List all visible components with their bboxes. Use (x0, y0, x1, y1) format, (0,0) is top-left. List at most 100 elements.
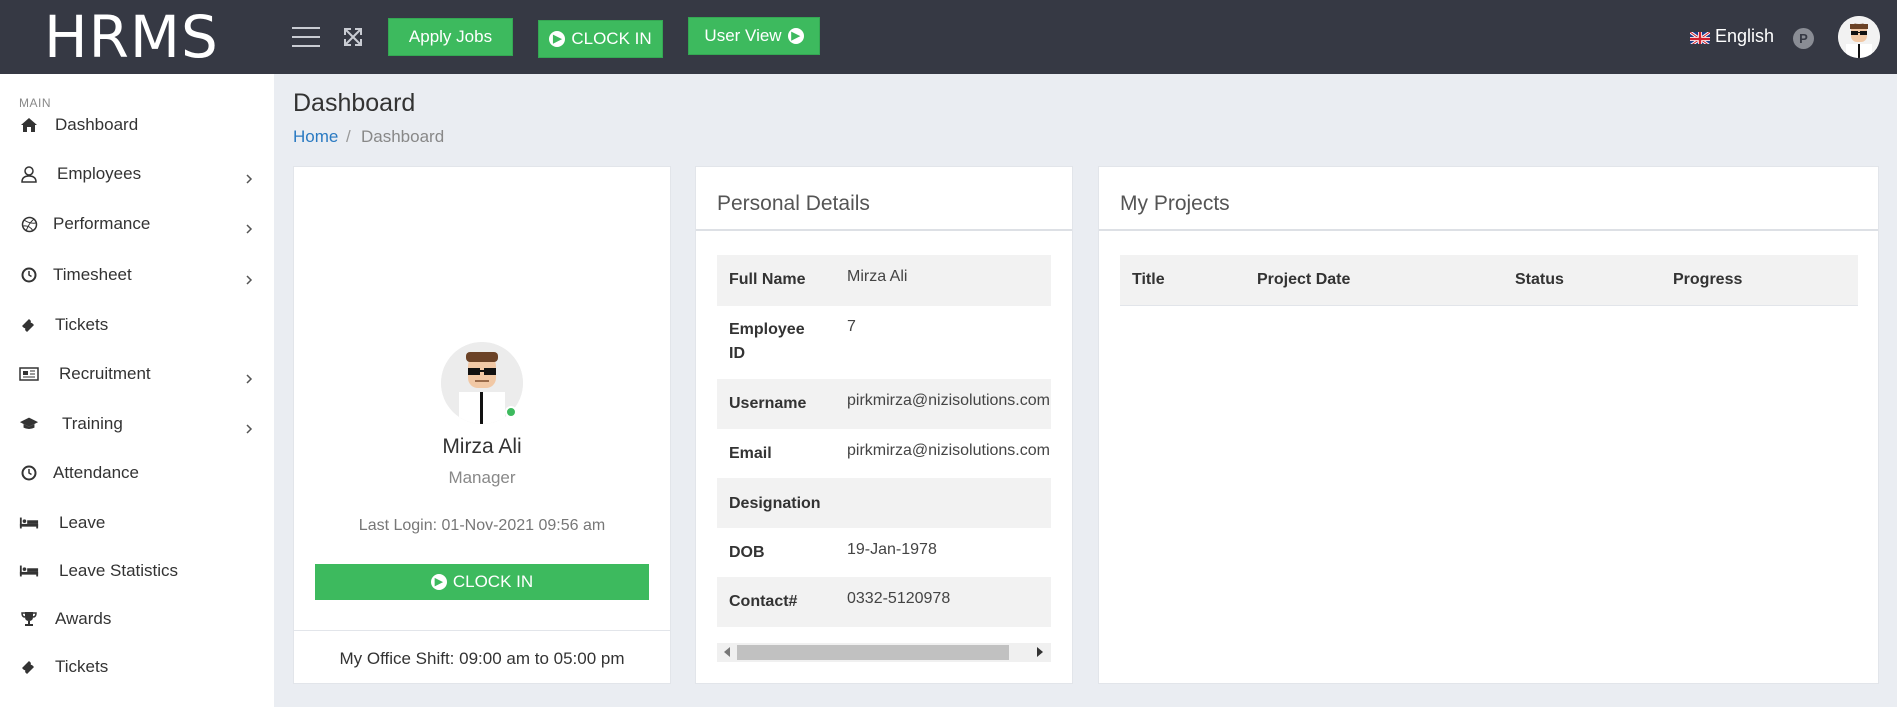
sidebar-item-label: Attendance (53, 463, 140, 482)
sidebar-item-leave[interactable]: Leave (0, 503, 274, 543)
sidebar-item-label: Leave (59, 513, 106, 532)
sidebar: MAIN Dashboard Employees Performance Tim… (0, 74, 274, 707)
row-key: Designation (729, 495, 821, 512)
sidebar-item-label: Training (62, 414, 123, 433)
personal-details-title: Personal Details (717, 192, 870, 215)
sidebar-item-tickets-2[interactable]: Tickets (0, 647, 274, 687)
divider (294, 630, 670, 631)
top-navbar: HRMS Apply Jobs ▶ CLOCK IN User View ▶ E… (0, 0, 1897, 74)
sidebar-item-recruitment[interactable]: Recruitment (0, 354, 274, 394)
row-key: Contact# (729, 593, 798, 610)
sidebar-item-label: Tickets (55, 315, 109, 334)
online-status-indicator (505, 406, 517, 418)
sidebar-item-awards[interactable]: Awards (0, 599, 274, 639)
breadcrumb-separator: / (346, 127, 351, 146)
row-value: Mirza Ali (847, 268, 908, 285)
chevron-right-icon (244, 169, 254, 184)
sidebar-item-training[interactable]: Training (0, 404, 274, 444)
scrollbar-thumb[interactable] (737, 645, 1009, 660)
divider (1099, 229, 1878, 231)
trophy-icon (19, 609, 39, 629)
row-key: Email (729, 445, 772, 462)
table-row: Email pirkmirza@nizisolutions.com (717, 429, 1051, 478)
sidebar-item-timesheet[interactable]: Timesheet (0, 255, 274, 295)
sidebar-item-label: Tickets (55, 657, 109, 676)
column-header-project-date[interactable]: Project Date (1257, 271, 1350, 289)
sidebar-item-label: Dashboard (55, 115, 139, 134)
newspaper-icon (19, 364, 39, 384)
clock-in-label: CLOCK IN (571, 29, 652, 48)
sidebar-item-label: Leave Statistics (59, 561, 179, 580)
sidebar-item-label: Employees (57, 164, 142, 183)
scroll-left-arrow-icon[interactable] (724, 647, 730, 657)
user-icon (19, 164, 39, 184)
last-login: Last Login: 01-Nov-2021 09:56 am (358, 517, 606, 534)
profile-name: Mirza Ali (442, 435, 522, 458)
sidebar-item-performance[interactable]: Performance (0, 204, 274, 244)
personal-details-card: Personal Details Full Name Mirza Ali Emp… (695, 166, 1073, 684)
breadcrumb-home-link[interactable]: Home (293, 127, 338, 147)
ticket-icon (19, 315, 39, 335)
row-key: DOB (729, 544, 765, 561)
sidebar-item-attendance[interactable]: Attendance (0, 453, 274, 493)
sidebar-item-tickets[interactable]: Tickets (0, 305, 274, 345)
uk-flag-icon (1690, 30, 1710, 44)
home-icon (19, 115, 39, 135)
profile-card: Mirza Ali Manager Last Login: 01-Nov-202… (293, 166, 671, 684)
bed-icon (19, 513, 39, 533)
page-title: Dashboard (293, 89, 416, 117)
apply-jobs-button[interactable]: Apply Jobs (388, 18, 513, 56)
chevron-right-icon (244, 369, 254, 384)
row-value: pirkmirza@nizisolutions.com (847, 442, 1050, 459)
clock-in-button[interactable]: ▶ CLOCK IN (538, 20, 663, 58)
sidebar-item-label: Awards (55, 609, 112, 628)
table-row: DOB 19-Jan-1978 (717, 528, 1051, 577)
table-row: Contact# 0332-5120978 (717, 577, 1051, 627)
arrow-circle-right-icon: ▶ (430, 574, 447, 590)
row-value: 7 (847, 318, 856, 335)
my-projects-card: My Projects Title Project Date Status Pr… (1098, 166, 1879, 684)
p-badge[interactable]: P (1793, 28, 1814, 49)
user-avatar[interactable] (1838, 16, 1880, 58)
sidebar-item-leave-statistics[interactable]: Leave Statistics (0, 551, 274, 591)
row-value: 19-Jan-1978 (847, 541, 937, 558)
column-header-status[interactable]: Status (1515, 271, 1564, 289)
table-row: Full Name Mirza Ali (717, 255, 1051, 306)
sidebar-item-label: Timesheet (53, 265, 132, 284)
sidebar-item-label: Recruitment (59, 364, 151, 383)
dribbble-icon (19, 214, 39, 234)
clock-icon (19, 265, 39, 285)
column-header-progress[interactable]: Progress (1673, 271, 1742, 289)
ticket-icon (19, 657, 39, 677)
bed-icon (19, 561, 39, 581)
table-row: Designation (717, 478, 1051, 528)
chevron-right-icon (244, 419, 254, 434)
language-selector[interactable]: English (1690, 26, 1774, 47)
app-logo[interactable]: HRMS (44, 8, 220, 66)
arrow-circle-right-icon: ▶ (787, 28, 804, 44)
sidebar-item-employees[interactable]: Employees (0, 154, 274, 194)
breadcrumb-current: Dashboard (361, 127, 445, 146)
column-header-title[interactable]: Title (1132, 271, 1165, 289)
menu-toggle-icon[interactable] (292, 27, 320, 47)
my-projects-title: My Projects (1120, 192, 1230, 215)
projects-table-header: Title Project Date Status Progress (1120, 255, 1858, 306)
divider (696, 229, 1072, 231)
row-key: Username (729, 395, 807, 412)
scroll-right-arrow-icon[interactable] (1037, 647, 1043, 657)
row-value: pirkmirza@nizisolutions.com (847, 392, 1050, 409)
personal-details-table[interactable]: Full Name Mirza Ali Employee ID 7 Userna… (717, 255, 1051, 627)
chevron-right-icon (244, 270, 254, 285)
chevron-right-icon (244, 219, 254, 234)
office-shift: My Office Shift: 09:00 am to 05:00 pm (339, 649, 625, 668)
horizontal-scrollbar[interactable] (717, 643, 1051, 662)
table-row: Username pirkmirza@nizisolutions.com (717, 379, 1051, 429)
user-view-button[interactable]: User View ▶ (688, 17, 820, 55)
clock-icon (19, 463, 39, 483)
row-value: 0332-5120978 (847, 590, 951, 607)
profile-clock-in-button[interactable]: ▶ CLOCK IN (315, 564, 649, 600)
row-key: Full Name (729, 271, 806, 288)
sidebar-item-dashboard[interactable]: Dashboard (0, 105, 274, 145)
arrow-circle-right-icon: ▶ (549, 31, 566, 47)
fullscreen-icon[interactable] (341, 25, 365, 49)
